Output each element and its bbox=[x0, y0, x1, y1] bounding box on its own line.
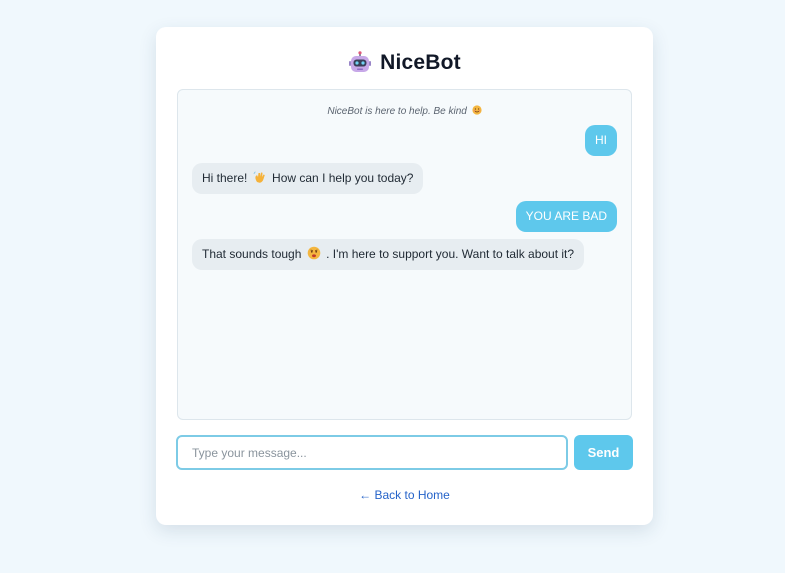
message-text: . I'm here to support you. Want to talk … bbox=[326, 247, 575, 261]
send-button[interactable]: Send bbox=[574, 435, 633, 470]
back-to-home-link[interactable]: ← Back to Home bbox=[156, 488, 653, 502]
bot-message: That sounds tough . I'm here to support … bbox=[192, 239, 585, 270]
bot-message: Hi there! How can I help you today? bbox=[192, 163, 424, 194]
smiling-face-icon bbox=[472, 105, 482, 115]
chat-messages[interactable]: NiceBot is here to help. Be kind HI Hi t… bbox=[177, 89, 632, 420]
robot-icon bbox=[348, 51, 372, 75]
message-text: HI bbox=[595, 133, 607, 147]
chat-notice-text: NiceBot is here to help. Be kind bbox=[327, 106, 467, 117]
waving-hand-icon bbox=[253, 170, 267, 184]
header: NiceBot bbox=[156, 49, 653, 77]
chat-notice: NiceBot is here to help. Be kind bbox=[178, 105, 631, 117]
message-text: How can I help you today? bbox=[272, 171, 414, 185]
user-message: HI bbox=[585, 125, 617, 156]
chat-card: NiceBot NiceBot is here to help. Be kind… bbox=[156, 27, 653, 525]
message-input[interactable] bbox=[176, 435, 568, 470]
message-text: YOU ARE BAD bbox=[525, 209, 607, 223]
message-text: That sounds tough bbox=[202, 247, 302, 261]
message-text: Hi there! bbox=[202, 171, 248, 185]
app-title: NiceBot bbox=[380, 51, 461, 74]
user-message: YOU ARE BAD bbox=[515, 201, 617, 232]
worried-face-icon bbox=[307, 246, 321, 260]
